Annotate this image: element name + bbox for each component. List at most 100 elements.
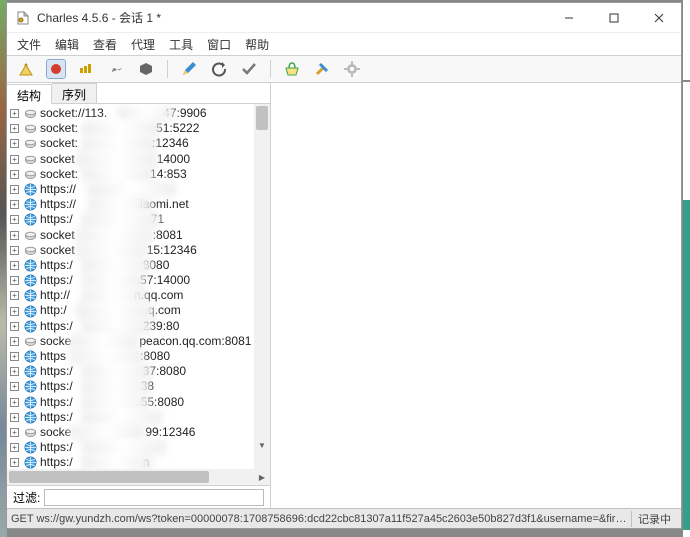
left-pane: 结构 序列 +socket://113.47:9906+socket:51:52… (7, 83, 271, 508)
throttle-icon[interactable] (107, 60, 125, 78)
redacted-region (76, 152, 158, 167)
new-session-icon[interactable] (17, 60, 35, 78)
record-icon[interactable] (47, 60, 65, 78)
host-tree[interactable]: +socket://113.47:9906+socket:51:5222+soc… (7, 104, 270, 469)
expand-icon[interactable]: + (10, 185, 19, 194)
menu-item-3[interactable]: 代理 (131, 36, 155, 53)
menu-item-6[interactable]: 帮助 (245, 36, 269, 53)
close-button[interactable] (636, 3, 681, 33)
expand-icon[interactable]: + (10, 139, 19, 148)
expand-icon[interactable]: + (10, 413, 19, 422)
menu-item-5[interactable]: 窗口 (207, 36, 231, 53)
minimize-button[interactable] (546, 3, 591, 33)
expand-icon[interactable]: + (10, 322, 19, 331)
filter-input[interactable] (44, 489, 264, 506)
globe-icon (23, 410, 37, 424)
tree-node-label: https:/ (40, 410, 153, 425)
tree-node[interactable]: +https:/37:8080 (7, 364, 270, 379)
tree-node[interactable]: +https:/ (7, 440, 270, 455)
tree-node[interactable]: +sockepeacon.qq.com:8081 (7, 334, 270, 349)
expand-icon[interactable]: + (10, 109, 19, 118)
tree-node[interactable]: + https:/55:8080 (7, 395, 270, 410)
tree-node[interactable]: + https:// (7, 182, 270, 197)
tree-node[interactable]: + https:/.57:14000 (7, 273, 270, 288)
expand-icon[interactable]: + (10, 352, 19, 361)
expand-icon[interactable]: + (10, 398, 19, 407)
socket-icon (23, 243, 37, 257)
globe-icon (23, 441, 37, 455)
expand-icon[interactable]: + (10, 261, 19, 270)
detail-pane (271, 83, 681, 508)
titlebar[interactable]: Charles 4.5.6 - 会话 1 * (7, 3, 681, 33)
horizontal-scrollbar[interactable]: ▶ (7, 469, 270, 485)
expand-icon[interactable]: + (10, 170, 19, 179)
tree-node[interactable]: +socket:8081 (7, 228, 270, 243)
expand-icon[interactable]: + (10, 428, 19, 437)
tree-node[interactable]: +socket://113.47:9906 (7, 106, 270, 121)
tabs: 结构 序列 (7, 83, 270, 104)
tree-node[interactable]: + https:/71 (7, 212, 270, 227)
tree-node-label: https:/71 (40, 212, 164, 227)
tree-node[interactable]: +socket::12346 (7, 136, 270, 151)
tree-node[interactable]: + https:/ (7, 410, 270, 425)
menu-item-2[interactable]: 查看 (93, 36, 117, 53)
tree-node[interactable]: +http:/.q.com (7, 303, 270, 318)
tree-node[interactable]: +http://n.qq.com (7, 288, 270, 303)
breakpoint-icon[interactable] (137, 60, 155, 78)
edit-icon[interactable] (180, 60, 198, 78)
tree-node[interactable]: +socket15:12346 (7, 243, 270, 258)
menu-item-1[interactable]: 编辑 (55, 36, 79, 53)
redacted-region (82, 395, 150, 410)
expand-icon[interactable]: + (10, 307, 19, 316)
tree-node[interactable]: +socke99:12346 (7, 425, 270, 440)
expand-icon[interactable]: + (10, 200, 19, 209)
scroll-right-icon[interactable]: ▶ (254, 469, 270, 485)
socket-icon (23, 107, 37, 121)
menu-item-4[interactable]: 工具 (169, 36, 193, 53)
tree-node[interactable]: +https:8080 (7, 349, 270, 364)
tree-node-label: socket14000 (40, 152, 190, 167)
expand-icon[interactable]: + (10, 382, 19, 391)
expand-icon[interactable]: + (10, 215, 19, 224)
tree-node[interactable]: +https:/n (7, 455, 270, 469)
maximize-button[interactable] (591, 3, 636, 33)
page-decor-right (683, 0, 690, 537)
basket-icon[interactable] (283, 60, 301, 78)
expand-icon[interactable]: + (10, 367, 19, 376)
vertical-scrollbar[interactable]: ▲ ▼ (254, 104, 270, 469)
app-window: Charles 4.5.6 - 会话 1 * 文件编辑查看代理工具窗口帮助 结构… (6, 2, 682, 529)
scroll-thumb-h[interactable] (9, 471, 209, 483)
tree-node[interactable]: + socket14000 (7, 152, 270, 167)
expand-icon[interactable]: + (10, 155, 19, 164)
validate-icon[interactable] (240, 60, 258, 78)
scroll-down-icon[interactable]: ▼ (254, 437, 270, 453)
tree-node[interactable]: +https:/8080 (7, 258, 270, 273)
tree-node-label: https:// (40, 182, 164, 197)
tree-node[interactable]: +https:/239:80 (7, 319, 270, 334)
tree-node[interactable]: +socket:51:5222 (7, 121, 270, 136)
menu-item-0[interactable]: 文件 (17, 36, 41, 53)
scroll-thumb-v[interactable] (256, 106, 268, 130)
repeat-icon[interactable] (210, 60, 228, 78)
tree-node-label: https:/.57:14000 (40, 273, 190, 288)
tree-node[interactable]: +https://iaomi.net (7, 197, 270, 212)
redacted-region (82, 288, 146, 303)
expand-icon[interactable]: + (10, 231, 19, 240)
settings-icon[interactable] (343, 60, 361, 78)
expand-icon[interactable]: + (10, 246, 19, 255)
expand-icon[interactable]: + (10, 124, 19, 133)
expand-icon[interactable]: + (10, 443, 19, 452)
redacted-region (70, 334, 138, 349)
tools-icon[interactable] (313, 60, 331, 78)
expand-icon[interactable]: + (10, 337, 19, 346)
expand-icon[interactable]: + (10, 458, 19, 467)
tab-structure[interactable]: 结构 (7, 84, 52, 104)
tree-node[interactable]: +https:/38 (7, 379, 270, 394)
redacted-region (88, 182, 176, 197)
ssl-icon[interactable] (77, 60, 95, 78)
expand-icon[interactable]: + (10, 276, 19, 285)
tree-node-label: https:/55:8080 (40, 395, 184, 410)
tab-sequence[interactable]: 序列 (52, 83, 97, 103)
tree-node[interactable]: +socket:14:853 (7, 167, 270, 182)
expand-icon[interactable]: + (10, 291, 19, 300)
